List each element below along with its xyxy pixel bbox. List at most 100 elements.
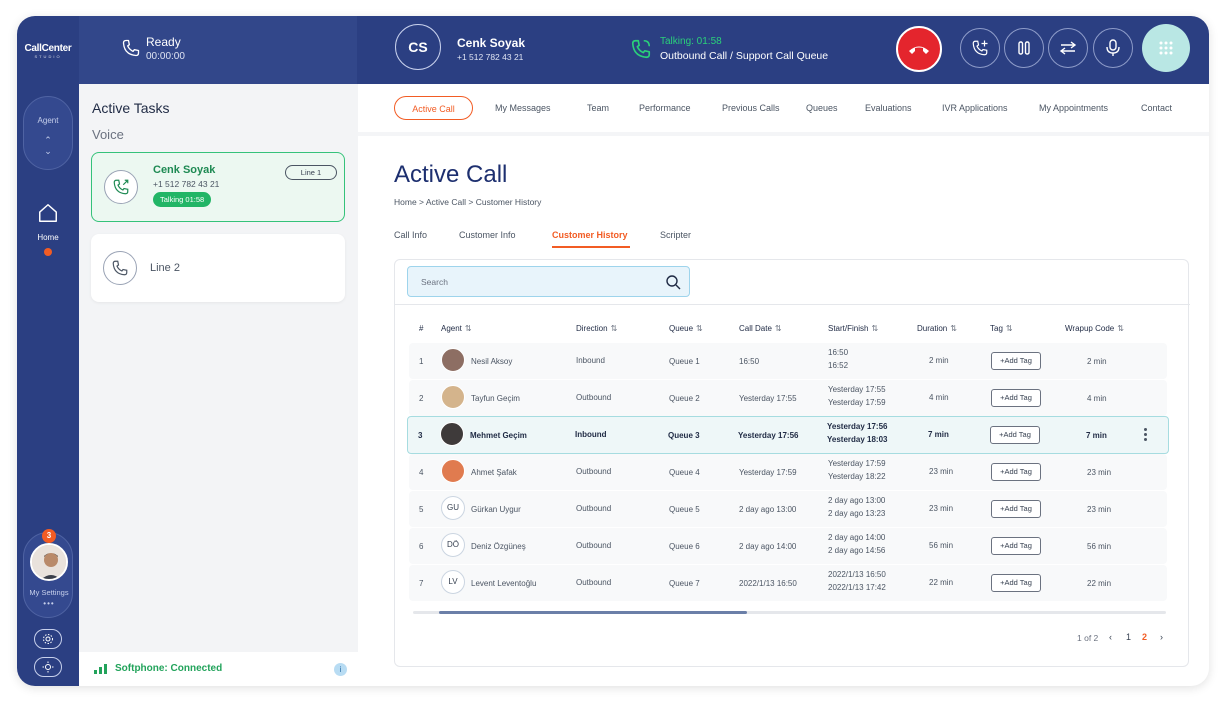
call-start: Yesterday 17:59 — [828, 459, 886, 468]
call-duration: 56 min — [929, 541, 954, 550]
transfer-button[interactable] — [1048, 28, 1088, 68]
row-menu-icon[interactable] — [1144, 428, 1148, 443]
nav-performance[interactable]: Performance — [639, 96, 691, 120]
home-label: Home — [37, 233, 59, 242]
call-direction: Outbound — [576, 467, 612, 476]
nav-my-appointments[interactable]: My Appointments — [1039, 96, 1108, 120]
agent-status-selector[interactable]: Agent ⌃ ⌄ — [23, 96, 73, 170]
talking-timer: Talking: 01:58 — [660, 36, 722, 47]
add-tag-button[interactable]: +Add Tag — [991, 537, 1041, 555]
agent-name: Ahmet Şafak — [471, 468, 517, 477]
breadcrumb[interactable]: Home > Active Call > Customer History — [394, 197, 541, 207]
theme-button[interactable] — [34, 657, 62, 677]
phone-outgoing-icon — [113, 179, 129, 195]
nav-ivr-applications[interactable]: IVR Applications — [942, 96, 1008, 120]
call-finish: 2022/1/13 17:42 — [828, 583, 886, 592]
nav-contact[interactable]: Contact — [1141, 96, 1172, 120]
call-finish: 16:52 — [828, 361, 849, 370]
nav-queues[interactable]: Queues — [806, 96, 838, 120]
call-date: 2 day ago 14:00 — [739, 542, 797, 551]
transfer-arrows-icon — [1059, 41, 1077, 55]
line-1-caller-number: +1 512 782 43 21 — [153, 179, 220, 189]
table-row[interactable]: 6 DÖ Deniz Özgüneş Outbound Queue 6 2 da… — [409, 528, 1167, 564]
header-agent-label: Agent — [441, 324, 462, 333]
call-finish: Yesterday 18:03 — [827, 435, 888, 444]
status-timer: 00:00:00 — [146, 51, 185, 62]
nav-my-messages[interactable]: My Messages — [495, 96, 551, 120]
table-row[interactable]: 4 Ahmet Şafak Outbound Queue 4 Yesterday… — [409, 454, 1167, 490]
add-tag-button[interactable]: +Add Tag — [991, 574, 1041, 592]
add-call-button[interactable] — [960, 28, 1000, 68]
sort-icon: ⇅ — [464, 324, 472, 333]
brand-name: CallCenter — [24, 43, 72, 54]
mute-button[interactable] — [1093, 28, 1133, 68]
header-tag[interactable]: Tag ⇅ — [990, 324, 1013, 333]
tab-call-info[interactable]: Call Info — [394, 230, 427, 240]
table-row[interactable]: 1 Nesil Aksoy Inbound Queue 1 16:50 16:5… — [409, 343, 1167, 379]
softphone-status-bar: Softphone: Connected i — [79, 652, 358, 686]
caller-name: Cenk Soyak — [457, 36, 526, 50]
search-input[interactable]: Search — [407, 266, 690, 297]
nav-team[interactable]: Team — [587, 96, 609, 120]
add-tag-button[interactable]: +Add Tag — [991, 389, 1041, 407]
main-nav: Active Call My Messages Team Performance… — [358, 84, 1209, 132]
header-duration[interactable]: Duration ⇅ — [917, 324, 957, 333]
header-agent[interactable]: Agent ⇅ — [441, 324, 472, 333]
voice-section-label: Voice — [92, 127, 124, 142]
gear-button[interactable] — [34, 629, 62, 649]
info-icon[interactable]: i — [334, 663, 347, 676]
tab-customer-history[interactable]: Customer History — [552, 230, 628, 240]
line-2-card[interactable]: Line 2 — [91, 234, 345, 302]
call-start: Yesterday 17:55 — [828, 385, 886, 394]
nav-evaluations[interactable]: Evaluations — [865, 96, 912, 120]
table-row[interactable]: 7 LV Levent Leventoğlu Outbound Queue 7 … — [409, 565, 1167, 601]
header-queue[interactable]: Queue ⇅ — [669, 324, 703, 333]
table-row[interactable]: 2 Tayfun Geçim Outbound Queue 2 Yesterda… — [409, 380, 1167, 416]
add-tag-button[interactable]: +Add Tag — [991, 500, 1041, 518]
next-page-icon[interactable]: › — [1160, 632, 1163, 642]
prev-page-icon[interactable]: ‹ — [1109, 632, 1112, 642]
call-finish: Yesterday 17:59 — [828, 398, 886, 407]
dialpad-button[interactable] — [1142, 24, 1190, 72]
scrollbar-thumb[interactable] — [439, 611, 747, 614]
nav-home[interactable]: Home — [27, 202, 69, 256]
microphone-icon — [1106, 39, 1120, 56]
call-duration: 22 min — [929, 578, 954, 587]
hold-button[interactable] — [1004, 28, 1044, 68]
tab-customer-info[interactable]: Customer Info — [459, 230, 516, 240]
add-tag-button[interactable]: +Add Tag — [991, 463, 1041, 481]
add-tag-button[interactable]: +Add Tag — [990, 426, 1040, 444]
my-settings[interactable]: 3 My Settings ••• — [23, 529, 73, 618]
pause-icon — [1018, 41, 1030, 55]
table-row[interactable]: 3 Mehmet Geçim Inbound Queue 3 Yesterday… — [407, 416, 1169, 454]
header-direction[interactable]: Direction ⇅ — [576, 324, 617, 333]
end-call-button[interactable] — [896, 26, 942, 72]
line-1-card[interactable]: Cenk Soyak +1 512 782 43 21 Talking 01:5… — [91, 152, 345, 222]
tab-scripter[interactable]: Scripter — [660, 230, 691, 240]
header-call-date-label: Call Date — [739, 324, 772, 333]
header-call-date[interactable]: Call Date ⇅ — [739, 324, 782, 333]
page-2-button[interactable]: 2 — [1142, 632, 1147, 642]
nav-active-call[interactable]: Active Call — [394, 96, 473, 120]
agent-avatar — [441, 348, 465, 372]
call-finish: Yesterday 18:22 — [828, 472, 886, 481]
search-icon[interactable] — [665, 274, 681, 290]
call-date: 2 day ago 13:00 — [739, 505, 797, 514]
call-direction: Outbound — [576, 578, 612, 587]
add-tag-button[interactable]: +Add Tag — [991, 352, 1041, 370]
dialpad-icon — [1159, 41, 1173, 55]
brand-logo[interactable]: CallCenter STUDIO — [21, 43, 75, 59]
table-row[interactable]: 5 GU Gürkan Uygur Outbound Queue 5 2 day… — [409, 491, 1167, 527]
header-wrapup-code[interactable]: Wrapup Code ⇅ — [1065, 324, 1124, 333]
nav-previous-calls[interactable]: Previous Calls — [722, 96, 780, 120]
call-date: Yesterday 17:59 — [739, 468, 797, 477]
page-1-button[interactable]: 1 — [1126, 632, 1131, 642]
wrapup-code: 4 min — [1087, 394, 1107, 403]
agent-avatar — [440, 422, 464, 446]
header-number: # — [419, 324, 423, 333]
call-date: Yesterday 17:55 — [739, 394, 797, 403]
header-start-finish-label: Start/Finish — [828, 324, 869, 333]
horizontal-scrollbar[interactable] — [413, 611, 1166, 614]
left-rail: CallCenter STUDIO Agent ⌃ ⌄ Home 3 My Set… — [17, 16, 79, 686]
header-start-finish[interactable]: Start/Finish ⇅ — [828, 324, 878, 333]
